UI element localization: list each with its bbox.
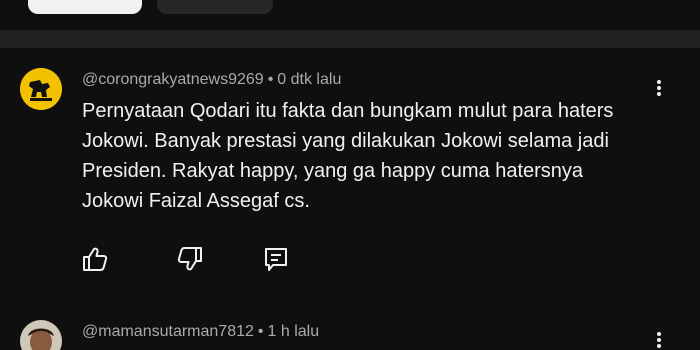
avatar[interactable] [20,320,62,350]
reply-icon [265,248,287,271]
comment-meta: @mamansutarman7812 • 1 h lalu [82,323,319,341]
filter-chip[interactable] [157,0,273,14]
avatar-photo-icon [20,320,62,350]
comment-item: @mamansutarman7812 • 1 h lalu [0,300,700,350]
comment-meta: @corongrakyatnews9269 • 0 dtk lalu [82,71,341,89]
section-divider [0,30,700,48]
meta-separator: • [267,71,274,88]
dislike-button[interactable] [175,244,205,274]
avatar[interactable] [20,68,62,110]
comment-actions [0,244,700,274]
comment-item: @corongrakyatnews9269 • 0 dtk lalu Pernyat… [0,48,700,300]
comment-text: Pernyataan Qodari itu fakta dan bungkam … [82,100,614,212]
reply-button[interactable] [261,244,291,274]
meta-separator: • [257,323,264,340]
comment-author[interactable]: @corongrakyatnews9269 [82,71,264,88]
filter-chip-active[interactable] [28,0,142,14]
comment-time[interactable]: 1 h lalu [268,323,320,340]
thumbs-down-icon [177,247,202,271]
comment-time[interactable]: 0 dtk lalu [277,71,341,88]
more-vert-icon[interactable] [650,76,668,100]
filter-bar [0,0,700,30]
thumbs-up-icon [83,247,108,271]
more-vert-icon[interactable] [650,328,668,350]
comment-author[interactable]: @mamansutarman7812 [82,323,254,340]
channel-logo-icon [20,68,62,110]
like-button[interactable] [80,244,110,274]
